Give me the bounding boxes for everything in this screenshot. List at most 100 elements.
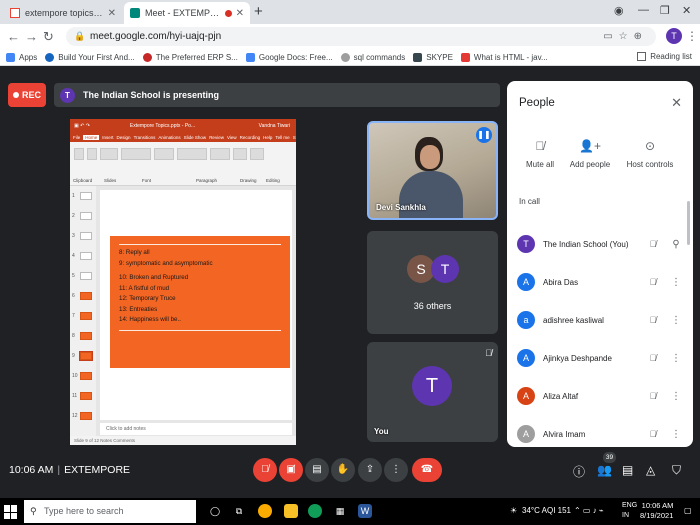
participant-row[interactable]: A Alvira Imam 🎙̸ ⋮ xyxy=(517,423,683,445)
tab-meet-extempore[interactable]: Meet - EXTEMPORE ✕ xyxy=(124,2,250,24)
participant-row[interactable]: A Abira Das 🎙̸ ⋮ xyxy=(517,271,683,293)
bookmark-html[interactable]: What is HTML - jav... xyxy=(460,52,548,62)
mic-toggle-button[interactable]: 🎙̸ xyxy=(253,458,277,482)
close-window-icon[interactable]: ✕ xyxy=(682,4,691,17)
more-vert-icon[interactable]: ⋮ xyxy=(669,277,683,288)
edge-icon[interactable] xyxy=(308,504,322,518)
ppt-tab[interactable]: Insert xyxy=(102,135,113,140)
mic-off-icon[interactable]: 🎙̸ xyxy=(645,315,661,325)
browser-menu-icon[interactable]: ⋮ xyxy=(686,29,698,43)
notifications-icon[interactable]: ▢ xyxy=(684,506,692,515)
restore-icon[interactable]: ❐ xyxy=(660,4,670,17)
mic-off-icon[interactable]: 🎙̸ xyxy=(645,429,661,439)
meeting-details-icon[interactable]: ⓘ xyxy=(573,463,585,480)
cortana-icon[interactable]: ◯ xyxy=(208,504,222,518)
slide-thumbnail[interactable] xyxy=(80,212,92,220)
people-icon[interactable]: 👥 xyxy=(597,463,612,477)
add-people-button[interactable]: 👤+ Add people xyxy=(559,139,621,169)
more-vert-icon[interactable]: ⋮ xyxy=(669,391,683,402)
more-vert-icon[interactable]: ⋮ xyxy=(669,429,683,440)
slide-thumbnail[interactable] xyxy=(79,351,93,361)
self-tile[interactable]: 🎙̸ T You xyxy=(367,342,498,442)
ppt-tab[interactable]: Slide Show xyxy=(184,135,207,140)
store-icon[interactable]: ▦ xyxy=(333,504,347,518)
ppt-tab[interactable]: Animations xyxy=(158,135,180,140)
speaker-video-tile[interactable]: ❚❚ Devi Sankhla xyxy=(367,121,498,220)
weather-icon[interactable]: ☀ xyxy=(510,506,517,515)
participant-row[interactable]: T The Indian School (You) 🎙̸ ⚲ xyxy=(517,233,683,255)
activities-icon[interactable]: ◬ xyxy=(646,463,655,477)
slide-thumbnail[interactable] xyxy=(80,372,92,380)
participant-row[interactable]: A Aliza Altaf 🎙̸ ⋮ xyxy=(517,385,683,407)
profile-avatar[interactable]: T xyxy=(666,28,682,44)
slide-thumbnail[interactable] xyxy=(80,232,92,240)
bookmark-skype[interactable]: SKYPE xyxy=(413,52,453,62)
others-tile[interactable]: S T 36 others xyxy=(367,231,498,334)
slide-thumbnail[interactable] xyxy=(80,412,92,420)
close-panel-icon[interactable]: ✕ xyxy=(671,95,682,111)
participant-row[interactable]: A Ajinkya Deshpande 🎙̸ ⋮ xyxy=(517,347,683,369)
url-field[interactable]: 🔒 meet.google.com/hyi-uajq-pjn ▭☆⊕ xyxy=(66,27,656,46)
file-explorer-icon[interactable] xyxy=(284,504,298,518)
host-controls-icon[interactable]: ⛉ xyxy=(672,463,681,478)
bookmark-google-docs[interactable]: Google Docs: Free... xyxy=(245,52,333,62)
ppt-tab[interactable]: File xyxy=(73,135,80,140)
mic-off-icon[interactable]: 🎙̸ xyxy=(645,239,661,249)
ppt-tab[interactable]: Review xyxy=(209,135,224,140)
mic-off-icon[interactable]: 🎙̸ xyxy=(645,277,661,287)
present-button[interactable]: ⇪ xyxy=(358,458,382,482)
profile-icon[interactable]: ◉ xyxy=(614,4,624,17)
mic-off-icon[interactable]: 🎙̸ xyxy=(645,353,661,363)
slide-canvas[interactable]: 8: Reply all 9: symptomatic and asymptom… xyxy=(100,190,292,420)
forward-icon[interactable]: → xyxy=(25,29,38,44)
mic-off-icon[interactable]: 🎙̸ xyxy=(645,391,661,401)
slide-thumbnail[interactable] xyxy=(80,392,92,400)
slide-thumbnail[interactable] xyxy=(80,292,92,300)
close-tab-icon[interactable]: ✕ xyxy=(236,8,244,19)
slide-thumbnail[interactable] xyxy=(80,252,92,260)
slide-thumbnails[interactable]: 1 2 3 4 5 6 7 8 9 10 11 12 xyxy=(70,186,96,436)
more-vert-icon[interactable]: ⋮ xyxy=(669,315,683,326)
bookmark-apps[interactable]: Apps xyxy=(6,52,37,62)
pin-icon[interactable]: ⚲ xyxy=(669,239,683,250)
slide-thumbnail[interactable] xyxy=(80,332,92,340)
panel-scrollbar[interactable] xyxy=(687,201,690,245)
close-tab-icon[interactable]: ✕ xyxy=(108,8,116,19)
new-tab-button[interactable]: + xyxy=(254,3,263,20)
chat-icon[interactable]: ▤ xyxy=(622,463,633,477)
windows-start-icon[interactable] xyxy=(4,505,18,519)
ppt-tab[interactable]: View xyxy=(227,135,237,140)
ppt-tab[interactable]: Design xyxy=(117,135,131,140)
notes-pane[interactable]: Click to add notes xyxy=(100,423,292,435)
camera-toggle-button[interactable]: ▣̸ xyxy=(279,458,303,482)
recording-badge[interactable]: REC xyxy=(8,83,46,107)
reload-icon[interactable]: ↻ xyxy=(43,29,54,45)
task-view-icon[interactable]: ⧉ xyxy=(232,504,246,518)
word-icon[interactable]: W xyxy=(358,504,372,518)
more-vert-icon[interactable]: ⋮ xyxy=(669,353,683,364)
bookmark-erp[interactable]: The Preferred ERP S... xyxy=(142,52,238,62)
tab-extempore-topics[interactable]: extempore topics judgement she ✕ xyxy=(4,2,122,24)
taskbar-search[interactable]: ⚲ Type here to search xyxy=(24,500,196,523)
address-actions[interactable]: ▭☆⊕ xyxy=(603,27,648,46)
ppt-tab[interactable]: Tell me xyxy=(275,135,289,140)
slide-thumbnail[interactable] xyxy=(80,192,92,200)
bookmark-sql[interactable]: sql commands xyxy=(340,52,405,62)
bookmark-build-app[interactable]: Build Your First And... xyxy=(45,52,135,62)
weather-text[interactable]: 34°C AQI 151 xyxy=(522,506,571,515)
raise-hand-button[interactable]: ✋ xyxy=(331,458,355,482)
back-icon[interactable]: ← xyxy=(7,29,20,44)
taskbar-clock[interactable]: 10:06 AM 8/19/2021 xyxy=(640,501,673,521)
ppt-tab[interactable]: Help xyxy=(263,135,272,140)
participant-row[interactable]: a adishree kasliwal 🎙̸ ⋮ xyxy=(517,309,683,331)
language-indicator[interactable]: ENG IN xyxy=(622,501,637,521)
ppt-tab[interactable]: Recording xyxy=(240,135,261,140)
captions-button[interactable]: ▤ xyxy=(305,458,329,482)
ppt-tab[interactable]: Home xyxy=(83,134,100,140)
reading-list-button[interactable]: Reading list xyxy=(637,52,692,61)
host-controls-button[interactable]: ⊙ Host controls xyxy=(619,139,681,169)
minimize-icon[interactable]: — xyxy=(638,4,649,16)
chrome-icon[interactable] xyxy=(258,504,272,518)
ppt-tab[interactable]: Transitions xyxy=(134,135,156,140)
slide-thumbnail[interactable] xyxy=(80,312,92,320)
